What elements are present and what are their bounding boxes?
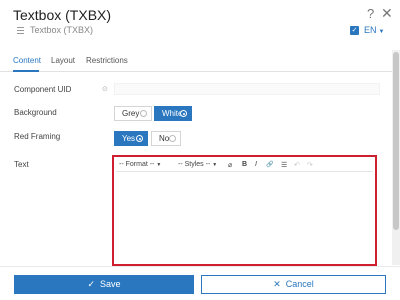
list-icon[interactable]: ☰ xyxy=(281,161,287,169)
help-icon[interactable]: ? xyxy=(367,6,374,21)
tab-bar: Content Layout Restrictions xyxy=(0,50,392,72)
background-white-option[interactable]: White xyxy=(154,106,192,121)
save-button-label: Save xyxy=(100,279,121,289)
tab-restrictions[interactable]: Restrictions xyxy=(86,56,128,65)
radio-selected-icon xyxy=(180,110,187,117)
save-button[interactable]: ✓ Save xyxy=(14,275,194,294)
language-select[interactable]: EN ▼ xyxy=(364,25,384,35)
background-label: Background xyxy=(14,108,57,117)
clear-format-icon[interactable]: ⌀ xyxy=(228,161,232,169)
component-uid-label: Component UID xyxy=(14,85,72,94)
language-checkbox[interactable]: ✓ xyxy=(350,26,359,35)
radio-icon xyxy=(169,135,176,142)
red-framing-no-label: No xyxy=(159,134,170,143)
component-uid-input[interactable] xyxy=(114,83,380,95)
cancel-button[interactable]: ✕ Cancel xyxy=(201,275,386,294)
bold-icon[interactable]: B xyxy=(242,161,247,168)
tab-content[interactable]: Content xyxy=(13,56,41,65)
menu-icon xyxy=(17,27,24,36)
background-grey-label: Grey xyxy=(122,109,140,118)
italic-icon[interactable]: I xyxy=(255,161,257,168)
chevron-down-icon: ▼ xyxy=(212,162,218,168)
active-tab-indicator xyxy=(13,70,39,72)
scrollbar-thumb[interactable] xyxy=(393,52,399,230)
check-icon: ✓ xyxy=(87,279,96,289)
language-label: EN xyxy=(364,25,377,35)
styles-select-label: -- Styles -- xyxy=(178,161,211,168)
close-icon: ✕ xyxy=(273,279,281,289)
editor-toolbar: -- Format -- ▼ -- Styles -- ▼ ⌀ B I 🔗 ☰ ↶ … xyxy=(116,159,373,172)
undo-icon[interactable]: ↶ xyxy=(294,161,300,169)
red-framing-yes-label: Yes xyxy=(122,134,136,143)
info-icon: ⊙ xyxy=(102,86,108,93)
format-select[interactable]: -- Format -- ▼ xyxy=(119,161,161,168)
format-select-label: -- Format -- xyxy=(119,161,155,168)
tab-layout[interactable]: Layout xyxy=(51,56,75,65)
chevron-down-icon: ▼ xyxy=(378,29,385,35)
red-framing-yes-option[interactable]: Yes xyxy=(114,131,148,146)
chevron-down-icon: ▼ xyxy=(156,162,162,168)
editor-content-area[interactable] xyxy=(120,179,369,259)
background-grey-option[interactable]: Grey xyxy=(114,106,152,121)
dialog-subtitle: Textbox (TXBX) xyxy=(30,25,94,35)
text-label: Text xyxy=(14,160,29,169)
redo-icon[interactable]: ↷ xyxy=(307,161,313,169)
dialog-header: Textbox (TXBX) ? ✕ Textbox (TXBX) ✓ EN ▼ xyxy=(0,0,400,50)
styles-select[interactable]: -- Styles -- ▼ xyxy=(178,161,217,168)
cancel-button-label: Cancel xyxy=(285,279,314,289)
radio-selected-icon xyxy=(136,135,143,142)
radio-icon xyxy=(140,110,147,117)
dialog-title: Textbox (TXBX) xyxy=(13,7,112,23)
red-framing-no-option[interactable]: No xyxy=(151,131,181,146)
rich-text-editor: -- Format -- ▼ -- Styles -- ▼ ⌀ B I 🔗 ☰ ↶ … xyxy=(112,155,377,266)
link-icon[interactable]: 🔗 xyxy=(266,161,273,168)
close-icon[interactable]: ✕ xyxy=(381,6,393,20)
red-framing-label: Red Framing xyxy=(14,132,61,141)
